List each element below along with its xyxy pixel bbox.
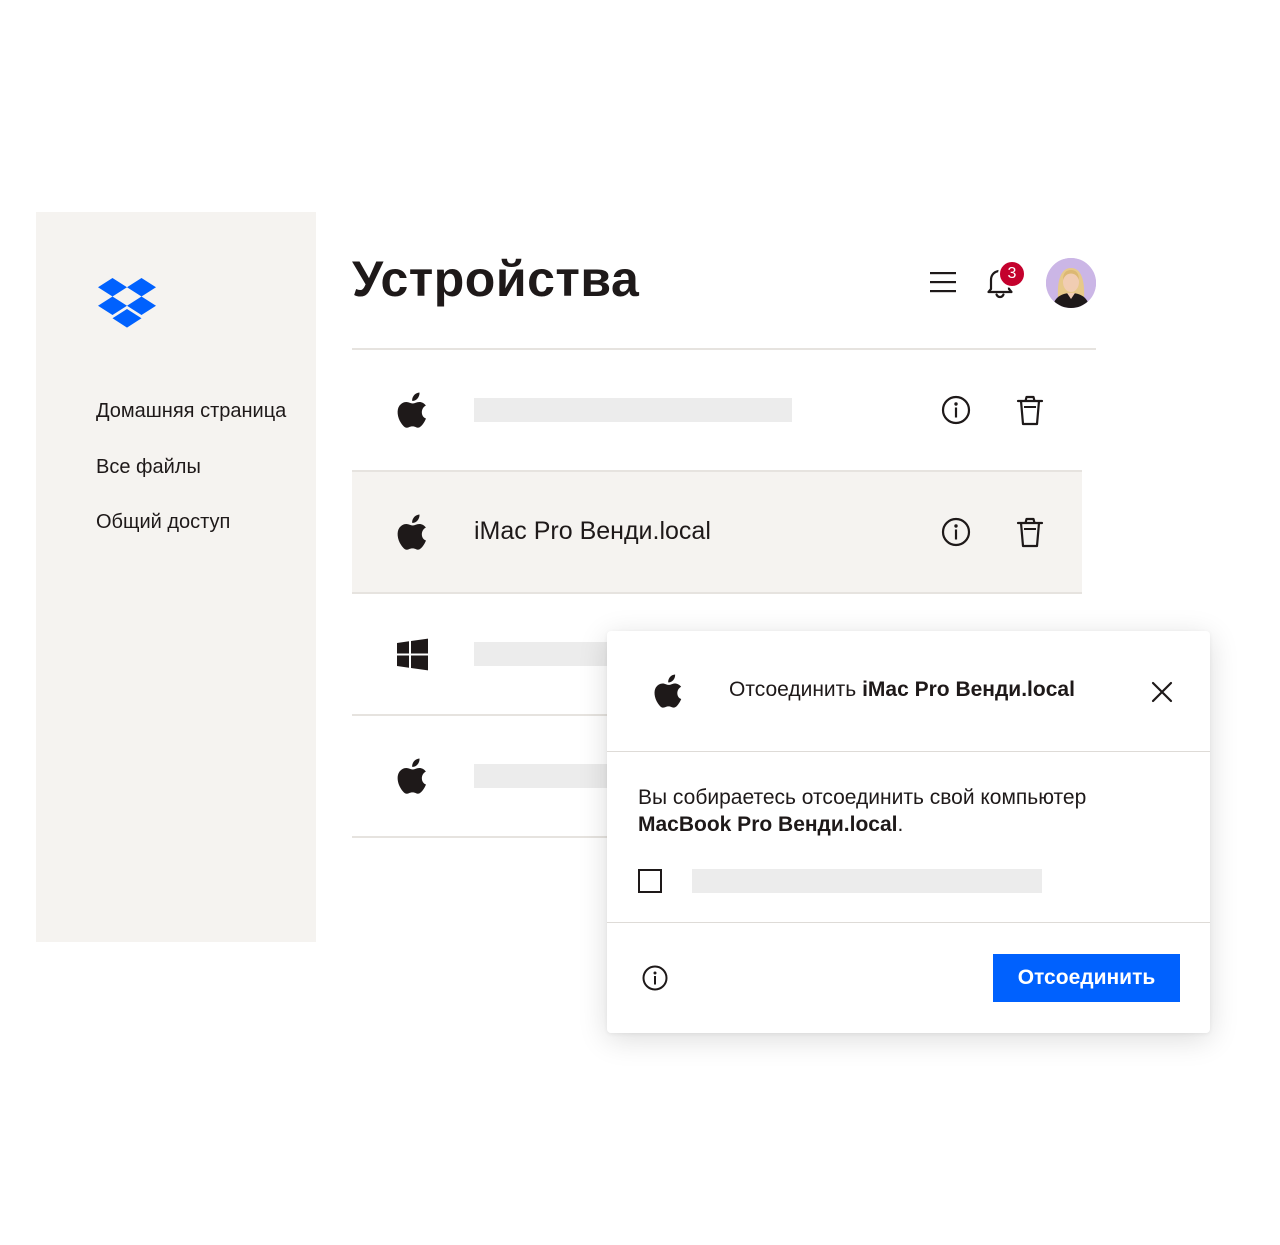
page-title: Устройства [352, 251, 640, 307]
dialog-divider [607, 751, 1210, 752]
checkbox-label-placeholder [692, 869, 1042, 893]
sidebar-item-home[interactable]: Домашняя страница [96, 400, 286, 423]
info-icon[interactable] [939, 393, 973, 427]
dialog-divider [607, 922, 1210, 923]
info-icon[interactable] [939, 515, 973, 549]
confirm-checkbox[interactable] [638, 869, 662, 893]
sidebar: Домашняя страница Все файлы Общий доступ [36, 212, 316, 942]
dialog-title: Отсоединить iMac Pro Венди.local [729, 678, 1075, 702]
trash-icon[interactable] [1013, 515, 1047, 549]
dialog-title-device: iMac Pro Венди.local [862, 678, 1075, 701]
close-icon[interactable] [1149, 679, 1175, 705]
device-name: iMac Pro Венди.local [474, 517, 711, 545]
device-row[interactable] [352, 350, 1082, 470]
apple-icon [653, 674, 685, 710]
dialog-body: Вы собираетесь отсоединить свой компьюте… [638, 784, 1178, 838]
apple-icon [396, 758, 430, 794]
device-row-selected[interactable]: iMac Pro Венди.local [352, 472, 1082, 592]
apple-icon [396, 514, 430, 550]
dialog-body-text: Вы собираетесь отсоединить свой компьюте… [638, 786, 1087, 809]
device-name-placeholder [474, 398, 792, 422]
sidebar-item-sharing[interactable]: Общий доступ [96, 511, 230, 534]
dialog-title-prefix: Отсоединить [729, 678, 857, 701]
apple-icon [396, 392, 430, 428]
disconnect-dialog: Отсоединить iMac Pro Венди.local Вы соби… [607, 631, 1210, 1033]
notification-badge: 3 [998, 260, 1026, 288]
disconnect-button[interactable]: Отсоединить [993, 954, 1180, 1002]
dropbox-logo-icon[interactable] [98, 278, 156, 328]
user-avatar[interactable] [1046, 258, 1096, 308]
dialog-body-suffix: . [897, 813, 904, 836]
windows-icon [396, 638, 430, 674]
trash-icon[interactable] [1013, 393, 1047, 427]
info-icon[interactable] [638, 961, 672, 995]
hamburger-menu-icon[interactable] [928, 268, 958, 296]
dialog-body-device: MacBook Pro Венди.local [638, 813, 898, 836]
sidebar-item-all-files[interactable]: Все файлы [96, 456, 201, 479]
